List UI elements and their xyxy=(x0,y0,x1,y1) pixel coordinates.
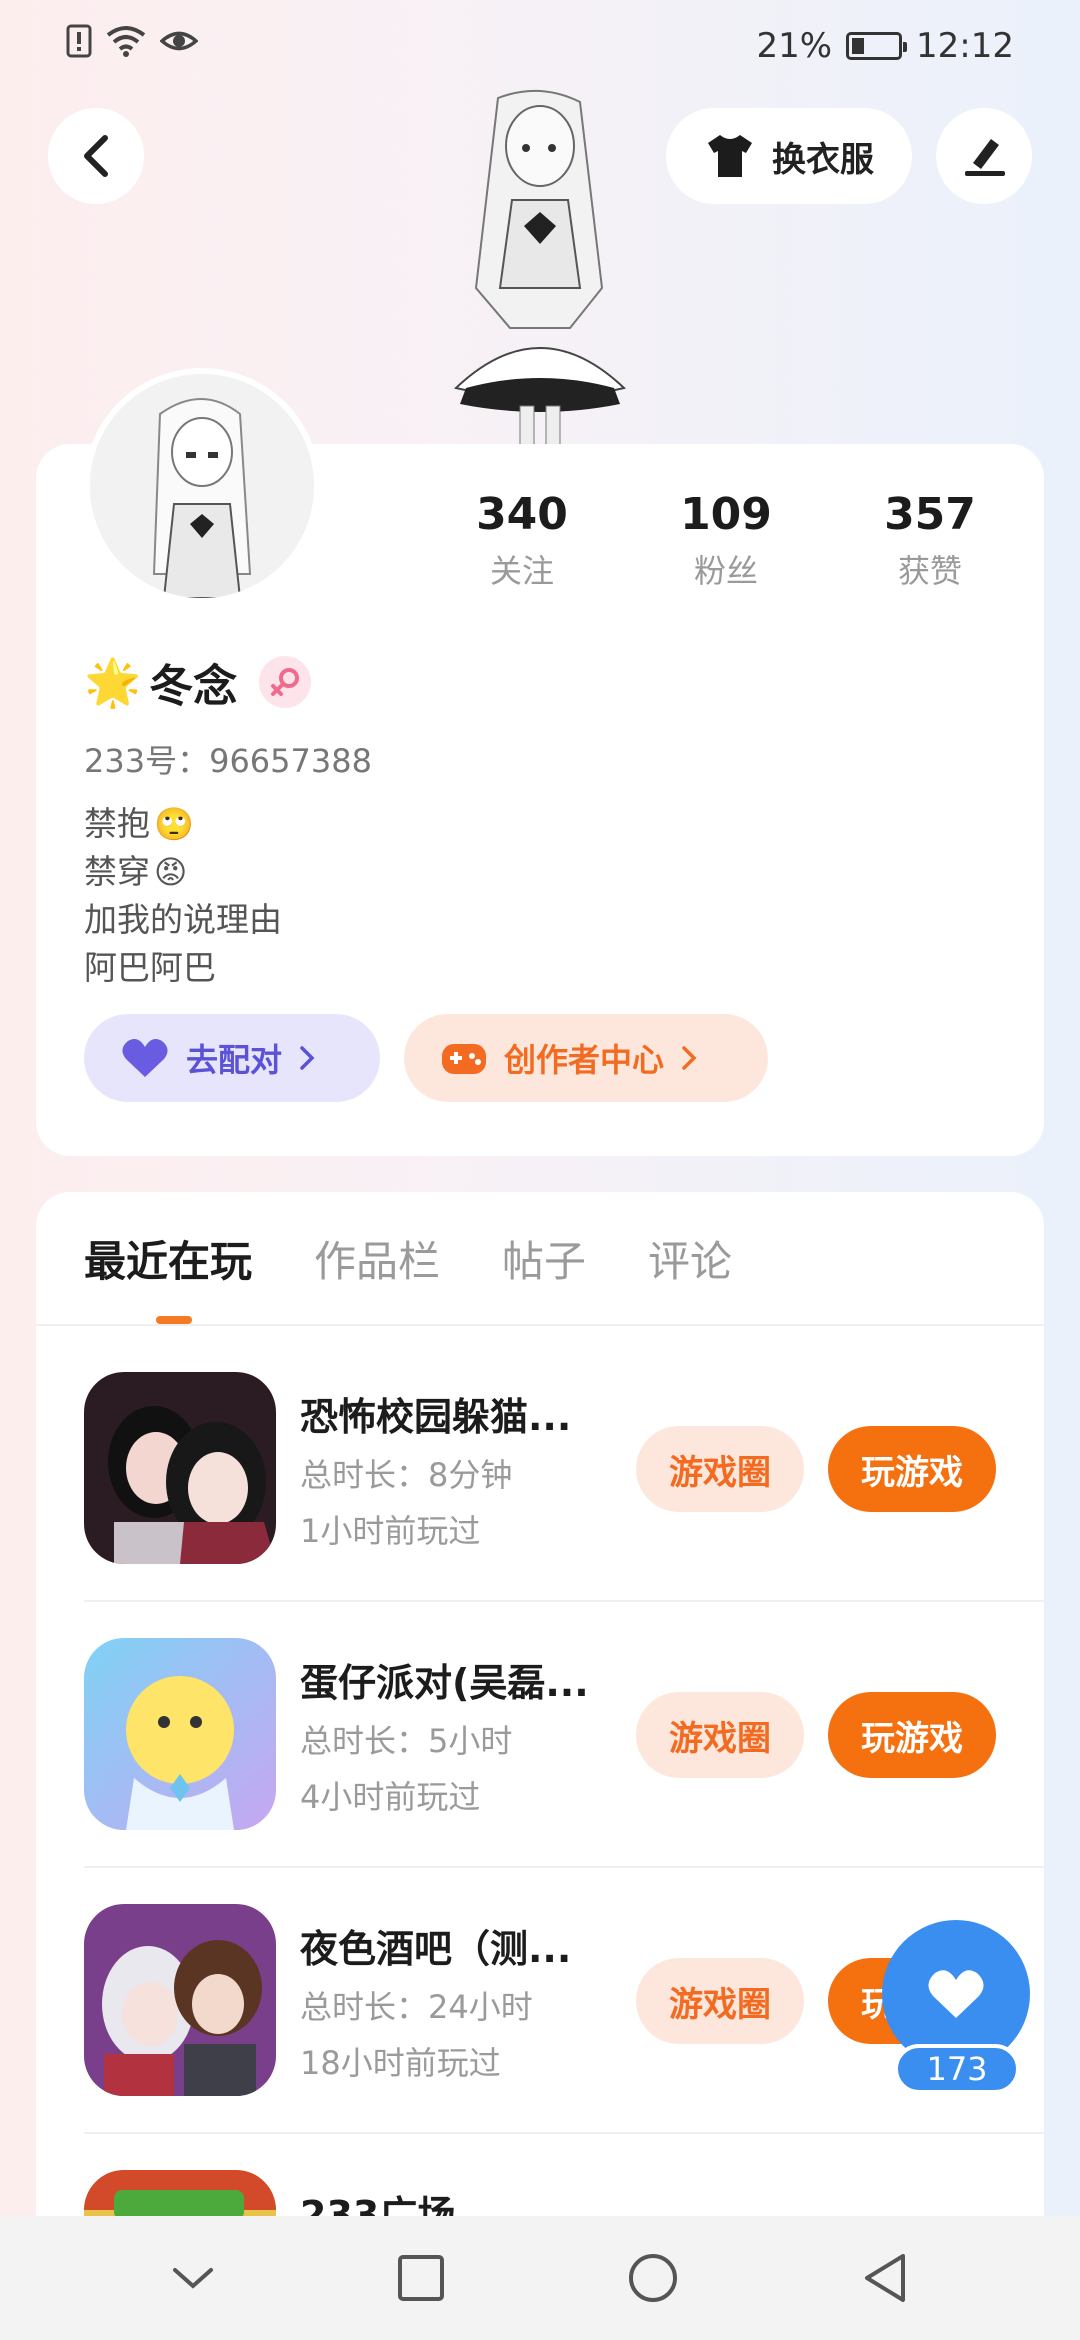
game-circle-button[interactable]: 游戏圈 xyxy=(636,1692,804,1778)
bio-line: 禁抱 🙄 xyxy=(84,800,282,848)
avatar[interactable] xyxy=(84,368,320,604)
game-circle-button[interactable]: 游戏圈 xyxy=(636,1958,804,2044)
followers-stat[interactable]: 109 粉丝 xyxy=(636,486,816,594)
row-divider xyxy=(84,1600,1044,1602)
play-game-button[interactable]: 玩游戏 xyxy=(828,1692,996,1778)
home-circle-icon[interactable] xyxy=(627,2252,679,2304)
divider xyxy=(36,1324,1044,1326)
game-icon xyxy=(84,1638,276,1830)
game-row[interactable]: 233广场 xyxy=(84,2170,996,2216)
row-divider xyxy=(84,1866,1044,1868)
alert-icon xyxy=(66,24,92,58)
followers-count: 109 xyxy=(680,489,772,540)
like-count: 173 xyxy=(894,2044,1020,2094)
game-row[interactable]: 夜色酒吧（测... 总时长：24小时 18小时前玩过 游戏圈 玩游戏 xyxy=(84,1904,996,2096)
following-label: 关注 xyxy=(489,552,554,590)
avatar-character-figure xyxy=(420,88,660,448)
creator-center-label: 创作者中心 xyxy=(504,1041,665,1079)
game-circle-button[interactable]: 游戏圈 xyxy=(636,1426,804,1512)
tab-recently-played[interactable]: 最近在玩 xyxy=(84,1228,252,1289)
pair-label: 去配对 xyxy=(186,1041,283,1079)
tshirt-icon xyxy=(708,135,752,177)
battery-percent: 21% xyxy=(756,26,833,66)
angry-emoji: 😡 xyxy=(154,853,188,891)
status-bar: 21% 12:12 xyxy=(0,0,1080,90)
game-icon xyxy=(84,1372,276,1564)
back-arrow-icon xyxy=(84,135,108,177)
game-last-played: 18小时前玩过 xyxy=(300,2044,501,2082)
wifi-icon xyxy=(106,26,146,57)
pair-button[interactable]: 去配对 xyxy=(84,1014,380,1102)
chevron-right-icon xyxy=(682,1046,697,1070)
following-stat[interactable]: 340 关注 xyxy=(432,486,612,594)
status-right: 21% 12:12 xyxy=(756,26,1014,66)
creator-center-button[interactable]: 创作者中心 xyxy=(404,1014,768,1102)
game-title: 恐怖校园躲猫... xyxy=(300,1395,572,1439)
back-button[interactable] xyxy=(48,108,144,204)
chevron-right-icon xyxy=(300,1046,315,1070)
game-title: 233广场 xyxy=(300,2193,456,2216)
status-left-icons xyxy=(66,24,198,58)
game-duration: 总时长：24小时 xyxy=(300,1988,533,2026)
female-gender-icon xyxy=(259,656,312,708)
gamepad-icon xyxy=(442,1044,486,1074)
play-game-button[interactable]: 玩游戏 xyxy=(828,1426,996,1512)
bio-line: 禁穿 😡 xyxy=(84,848,282,896)
back-triangle-icon[interactable] xyxy=(861,2252,909,2304)
change-outfit-label: 换衣服 xyxy=(772,139,874,180)
active-tab-indicator xyxy=(156,1316,192,1324)
rolling-eyes-emoji: 🙄 xyxy=(154,805,194,843)
heart-icon xyxy=(928,1970,984,2018)
game-icon xyxy=(84,2170,276,2216)
heart-icon xyxy=(122,1039,168,1077)
tab-works[interactable]: 作品栏 xyxy=(314,1228,440,1289)
game-last-played: 1小时前玩过 xyxy=(300,1512,481,1550)
battery-icon xyxy=(846,32,908,60)
edit-button[interactable] xyxy=(936,108,1032,204)
star-emoji: 🌟 xyxy=(84,654,142,709)
game-row[interactable]: 蛋仔派对(吴磊... 总时长：5小时 4小时前玩过 游戏圈 玩游戏 xyxy=(84,1638,996,1830)
game-title: 蛋仔派对(吴磊... xyxy=(300,1661,589,1705)
tab-comments[interactable]: 评论 xyxy=(648,1228,732,1289)
bio-line: 阿巴阿巴 xyxy=(84,948,216,987)
game-icon xyxy=(84,1904,276,2096)
likes-stat[interactable]: 357 获赞 xyxy=(840,486,1020,594)
likes-label: 获赞 xyxy=(897,552,962,590)
row-divider xyxy=(84,2132,1044,2134)
recents-square-icon[interactable] xyxy=(397,2254,445,2302)
likes-count: 357 xyxy=(884,489,976,540)
user-id: 233号：96657388 xyxy=(84,742,372,780)
game-row[interactable]: 恐怖校园躲猫... 总时长：8分钟 1小时前玩过 游戏圈 玩游戏 xyxy=(84,1372,996,1564)
game-duration: 总时长：8分钟 xyxy=(300,1456,513,1494)
chevron-down-icon[interactable] xyxy=(171,2264,215,2292)
followers-label: 粉丝 xyxy=(693,552,758,590)
bio: 禁抱 🙄 禁穿 😡 加我的说理由 阿巴阿巴 xyxy=(84,800,282,992)
tab-bar: 最近在玩 作品栏 帖子 评论 xyxy=(84,1228,732,1289)
game-last-played: 4小时前玩过 xyxy=(300,1778,481,1816)
change-outfit-button[interactable]: 换衣服 xyxy=(666,108,912,204)
clock: 12:12 xyxy=(916,26,1014,66)
name-row: 🌟 冬念 xyxy=(84,650,312,714)
tab-posts[interactable]: 帖子 xyxy=(502,1228,586,1289)
game-title: 夜色酒吧（测... xyxy=(300,1927,572,1971)
edit-icon xyxy=(965,139,1005,176)
user-name: 冬念 xyxy=(149,661,238,712)
system-nav-bar xyxy=(0,2216,1080,2340)
bio-line: 加我的说理由 xyxy=(84,900,282,939)
eye-icon xyxy=(160,31,198,51)
game-duration: 总时长：5小时 xyxy=(300,1722,513,1760)
following-count: 340 xyxy=(476,489,568,540)
